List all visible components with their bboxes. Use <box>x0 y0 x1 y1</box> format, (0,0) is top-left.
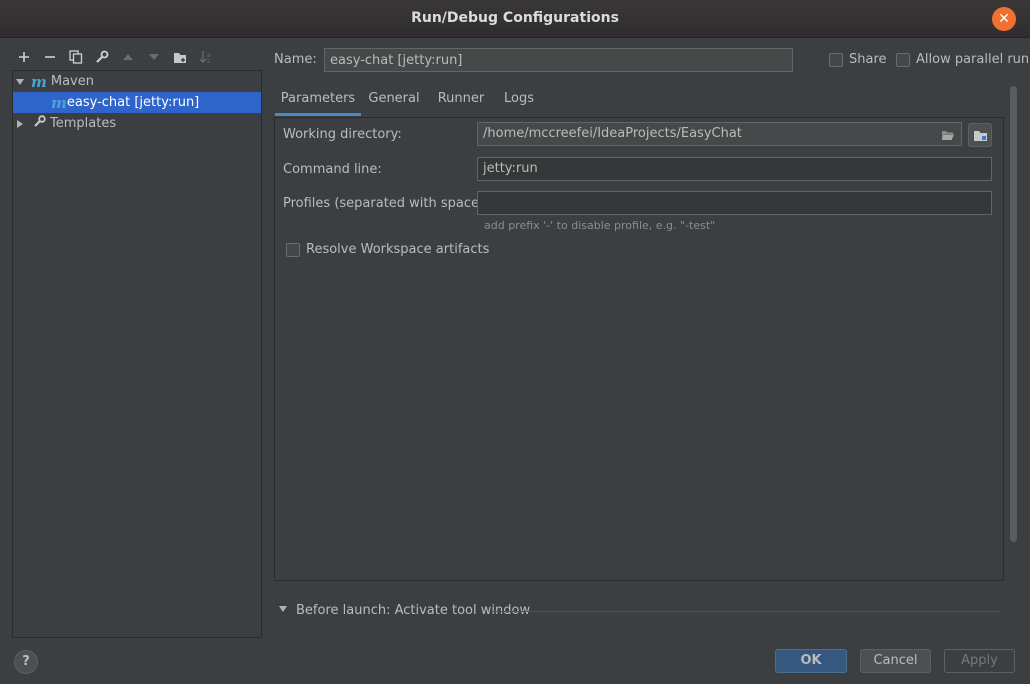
close-icon[interactable]: ✕ <box>992 7 1016 31</box>
maven-icon: m <box>51 93 67 112</box>
tree-item-templates[interactable]: Templates <box>13 113 261 134</box>
collapsed-arrow-icon[interactable] <box>13 119 27 129</box>
expanded-arrow-icon[interactable] <box>13 77 27 87</box>
allow-parallel-label: Allow parallel run <box>916 52 1030 67</box>
profiles-label: Profiles (separated with space): <box>283 196 489 211</box>
command-line-field[interactable]: jetty:run <box>477 157 992 181</box>
working-directory-value: /home/mccreefei/IdeaProjects/EasyChat <box>483 126 742 141</box>
ok-button[interactable]: OK <box>775 649 847 673</box>
profiles-hint: add prefix '-' to disable profile, e.g. … <box>484 219 716 232</box>
profiles-field[interactable] <box>477 191 992 215</box>
name-label: Name: <box>274 52 317 67</box>
tree-item-maven[interactable]: m Maven <box>13 71 261 92</box>
move-up-icon[interactable] <box>118 47 138 67</box>
add-icon[interactable] <box>14 47 34 67</box>
cancel-button[interactable]: Cancel <box>860 649 931 673</box>
tree-item-config-label: easy-chat [jetty:run] <box>66 95 200 110</box>
svg-text:z: z <box>207 58 210 64</box>
collapse-arrow-icon[interactable] <box>278 603 288 618</box>
wrench-icon[interactable] <box>92 47 112 67</box>
command-line-label: Command line: <box>283 162 382 177</box>
tree-item-config[interactable]: m easy-chat [jetty:run] <box>13 92 261 113</box>
tab-runner[interactable]: Runner <box>434 86 488 116</box>
configuration-tree: m Maven m easy-chat [jetty:run] Template… <box>12 70 262 638</box>
tree-item-templates-label: Templates <box>50 116 117 131</box>
tab-parameters[interactable]: Parameters <box>275 86 361 116</box>
resolve-workspace-checkbox-box[interactable] <box>286 242 300 257</box>
resolve-workspace-checkbox[interactable]: Resolve Workspace artifacts <box>286 242 489 257</box>
vertical-scrollbar[interactable] <box>1010 86 1017 542</box>
folder-icon <box>973 130 987 141</box>
resolve-workspace-label: Resolve Workspace artifacts <box>306 242 490 257</box>
apply-button[interactable]: Apply <box>944 649 1015 673</box>
name-input[interactable] <box>324 48 793 72</box>
copy-icon[interactable] <box>66 47 86 67</box>
new-folder-icon[interactable] <box>170 47 190 67</box>
title-bar: Run/Debug Configurations ✕ <box>0 0 1030 38</box>
allow-parallel-checkbox[interactable]: Allow parallel run <box>896 52 1029 67</box>
share-checkbox-box[interactable] <box>829 52 843 67</box>
folder-open-icon[interactable] <box>941 127 955 145</box>
help-button[interactable]: ? <box>14 650 38 674</box>
sort-icon[interactable]: az <box>196 47 216 67</box>
parameters-panel <box>274 117 1004 581</box>
before-launch-divider <box>492 611 1001 612</box>
working-directory-label: Working directory: <box>283 127 402 142</box>
move-down-icon[interactable] <box>144 47 164 67</box>
browse-directory-button[interactable] <box>968 123 992 147</box>
share-checkbox[interactable]: Share <box>829 52 887 67</box>
allow-parallel-checkbox-box[interactable] <box>896 52 910 67</box>
remove-icon[interactable] <box>40 47 60 67</box>
working-directory-field[interactable]: /home/mccreefei/IdeaProjects/EasyChat <box>477 122 962 146</box>
tab-general[interactable]: General <box>367 86 421 116</box>
share-label: Share <box>849 52 887 67</box>
templates-wrench-icon <box>33 115 46 132</box>
tab-logs[interactable]: Logs <box>500 86 538 116</box>
maven-icon: m <box>31 72 47 91</box>
tree-item-maven-label: Maven <box>50 74 94 89</box>
window-title: Run/Debug Configurations <box>411 10 619 26</box>
